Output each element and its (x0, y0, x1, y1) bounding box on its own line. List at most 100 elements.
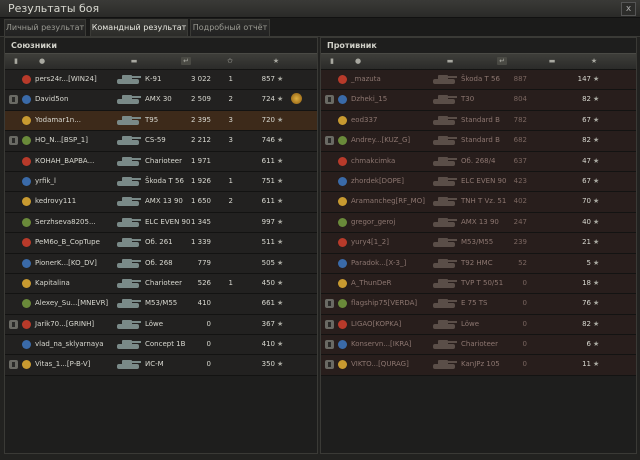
player-name[interactable]: zhordek[DOPE] (351, 172, 404, 191)
table-row[interactable]: Serzhseva8205... ELC EVEN 90 1 345 997 ★ (5, 212, 317, 234)
tab-detailed-report[interactable]: Подробный отчёт (190, 19, 270, 36)
player-name[interactable]: _mazuta (351, 70, 381, 89)
player-name[interactable]: Jarik70...[GRINH] (35, 315, 94, 334)
table-row[interactable]: Jarik70...[GRINH] Löwe 0 367 ★ (5, 314, 317, 336)
player-name[interactable]: PeM6o_B_CopTupe (35, 233, 100, 252)
table-row[interactable]: David5on AMX 30 2 509 2 724 ★ (5, 90, 317, 111)
player-name[interactable]: A_ThunDeR (351, 274, 391, 293)
frags-icon[interactable]: ✩ (225, 57, 235, 65)
damage-icon[interactable]: ↵ (497, 57, 507, 65)
xp-star-icon: ★ (277, 176, 284, 185)
table-row[interactable]: PionerK...[KO_DV] Об. 268 779 505 ★ (5, 253, 317, 274)
damage-icon[interactable]: ↵ (181, 57, 191, 65)
table-row[interactable]: vlad_na_sklyarnaya Concept 1B 0 410 ★ (5, 335, 317, 356)
player-name[interactable]: HO_N...[BSP_1] (35, 131, 88, 150)
table-row[interactable]: LIGAO[KOPKA] Löwe 0 82 ★ (321, 314, 636, 336)
table-row[interactable]: Yodamar1n... T95 2 395 3 720 ★ (5, 110, 317, 132)
damage-value: 0 (522, 360, 527, 369)
player-name[interactable]: КОНАН_ВАРВА... (35, 152, 94, 171)
table-row[interactable]: _mazuta Škoda T 56 887 147 ★ (321, 70, 636, 91)
table-row[interactable]: КОНАН_ВАРВА... Charioteer 1 971 611 ★ (5, 151, 317, 172)
tank-name: T95 (145, 115, 159, 124)
xp-value: 21 (582, 238, 591, 247)
tank-icon[interactable]: ▬ (441, 57, 459, 65)
xp-star-icon[interactable]: ★ (589, 57, 599, 65)
player-name[interactable]: vlad_na_sklyarnaya (35, 335, 104, 354)
tank-icon[interactable]: ▬ (125, 57, 143, 65)
table-row[interactable]: yrfik_l Škoda T 56 1 926 1 751 ★ (5, 171, 317, 193)
player-name[interactable]: pers24r...[WIN24] (35, 70, 97, 89)
player-name[interactable]: chmakcimka (351, 152, 395, 171)
table-row[interactable]: yury4[1_2] M53/M55 239 21 ★ (321, 233, 636, 254)
badge-icon (325, 95, 334, 105)
player-name[interactable]: Aramancheg[RF_MO] (351, 192, 425, 211)
player-name[interactable]: Serzhseva8205... (35, 213, 96, 232)
table-row[interactable]: zhordek[DOPE] ELC EVEN 90 423 67 ★ (321, 171, 636, 193)
player-name[interactable]: PionerK...[KO_DV] (35, 254, 97, 273)
table-row[interactable]: Paradok...[X-3_] T92 HMC 52 5 ★ (321, 253, 636, 274)
tank-name: M53/M55 (145, 299, 178, 308)
table-row[interactable]: eod337 Standard B 782 67 ★ (321, 110, 636, 132)
table-row[interactable]: Aramancheg[RF_MO] TNH T Vz. 51 402 70 ★ (321, 192, 636, 213)
player-name[interactable]: Alexey_Su...[MNEVR] (35, 294, 108, 313)
table-row[interactable]: flagship75[VERDA] E 75 TS 0 76 ★ (321, 294, 636, 315)
xp-star-icon: ★ (593, 136, 600, 145)
player-name[interactable]: gregor_geroj (351, 213, 395, 232)
table-row[interactable]: Dzheki_15 T30 804 82 ★ (321, 90, 636, 111)
xp-star-icon: ★ (277, 197, 284, 206)
frags-icon[interactable]: ▬ (543, 57, 561, 65)
player-name[interactable]: yury4[1_2] (351, 233, 389, 252)
badge-icon (9, 136, 18, 146)
frags-value: 1 (228, 75, 233, 83)
table-row[interactable]: kedrovy111 AMX 13 90 1 650 2 611 ★ (5, 192, 317, 213)
badge-icon[interactable]: ▮ (327, 57, 337, 65)
frags-value: 2 (228, 197, 233, 206)
table-row[interactable]: gregor_geroj AMX 13 90 247 40 ★ (321, 212, 636, 234)
damage-value: 1 971 (190, 156, 211, 165)
player-name[interactable]: eod337 (351, 111, 377, 130)
tab-personal-result[interactable]: Личный результат (4, 19, 86, 36)
xp-value: 720 (261, 115, 275, 124)
player-icon[interactable]: ● (37, 57, 47, 65)
player-name[interactable]: David5on (35, 90, 68, 109)
player-name[interactable]: Yodamar1n... (35, 111, 81, 130)
table-row[interactable]: Konservn...[IKRA] Charioteer 0 6 ★ (321, 335, 636, 356)
xp-value: 76 (582, 299, 591, 308)
badge-icon[interactable]: ▮ (11, 57, 21, 65)
xp-star-icon[interactable]: ★ (271, 57, 281, 65)
close-button[interactable]: x (621, 2, 636, 16)
table-row[interactable]: Alexey_Su...[MNEVR] M53/M55 410 661 ★ (5, 294, 317, 315)
player-name[interactable]: Vitas_1...[P-B-V] (35, 355, 90, 374)
player-name[interactable]: Kapitalina (35, 274, 70, 293)
player-name[interactable]: flagship75[VERDA] (351, 294, 417, 313)
tank-name: CS-59 (145, 136, 166, 145)
title-bar: Результаты боя x (0, 0, 640, 18)
table-row[interactable]: chmakcimka Об. 268/4 637 47 ★ (321, 151, 636, 172)
player-name[interactable]: Dzheki_15 (351, 90, 387, 109)
table-row[interactable]: Vitas_1...[P-B-V] ИС-М 0 350 ★ (5, 355, 317, 376)
table-row[interactable]: HO_N...[BSP_1] CS-59 2 212 3 746 ★ (5, 131, 317, 152)
table-row[interactable]: Kapitalina Charioteer 526 1 450 ★ (5, 273, 317, 295)
table-row[interactable]: VIKTO...[QURAG] KanJPz 105 0 11 ★ (321, 355, 636, 376)
player-name[interactable]: Paradok...[X-3_] (351, 254, 406, 273)
tank-name: Škoda T 56 (461, 75, 500, 83)
damage-value: 0 (522, 278, 527, 287)
player-name[interactable]: LIGAO[KOPKA] (351, 315, 401, 334)
clan-emblem-icon (338, 319, 347, 329)
player-icon[interactable]: ● (353, 57, 363, 65)
player-name[interactable]: yrfik_l (35, 172, 56, 191)
xp-star-icon: ★ (593, 156, 600, 165)
tank-icon (431, 296, 457, 310)
tank-icon (431, 154, 457, 168)
player-name[interactable]: VIKTO...[QURAG] (351, 355, 409, 374)
player-name[interactable]: Andrey...[KUZ_G] (351, 131, 410, 150)
table-row[interactable]: A_ThunDeR TVP T 50/51 0 18 ★ (321, 273, 636, 295)
table-row[interactable]: pers24r...[WIN24] К-91 3 022 1 857 ★ (5, 70, 317, 91)
player-name[interactable]: kedrovy111 (35, 192, 76, 211)
table-row[interactable]: Andrey...[KUZ_G] Standard B 682 82 ★ (321, 131, 636, 152)
clan-emblem-icon (22, 360, 31, 370)
player-name[interactable]: Konservn...[IKRA] (351, 335, 412, 354)
tank-icon (115, 317, 141, 331)
tab-team-result[interactable]: Командный результат (90, 19, 188, 36)
table-row[interactable]: PeM6o_B_CopTupe Об. 261 1 339 511 ★ (5, 233, 317, 254)
